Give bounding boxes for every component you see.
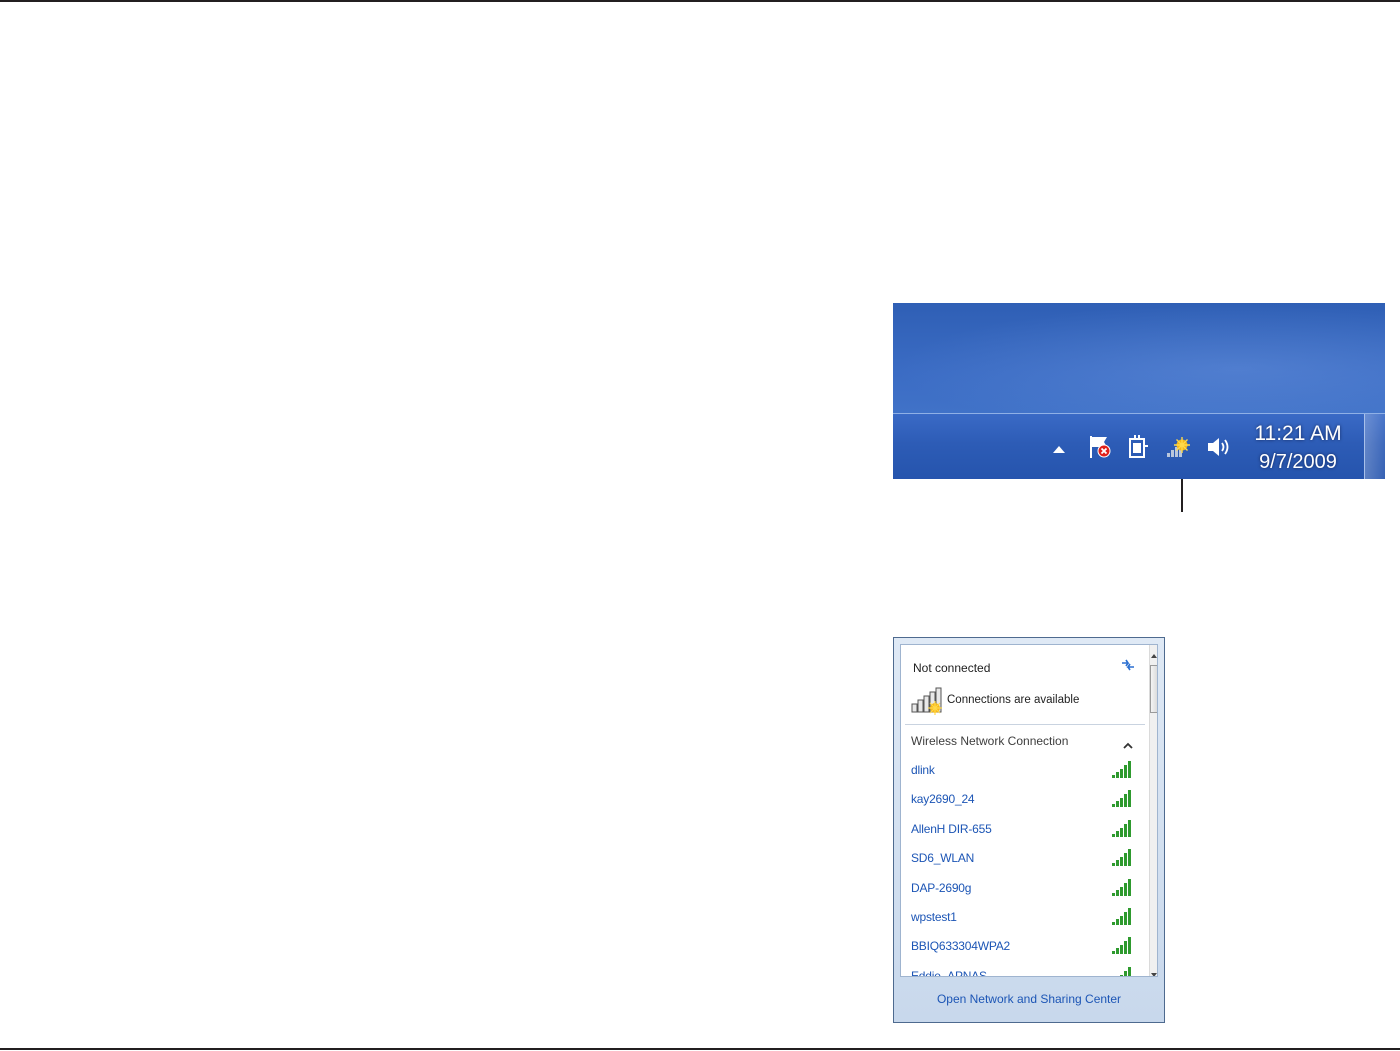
section-divider [905, 724, 1145, 725]
callout-line [1181, 479, 1183, 512]
refresh-icon[interactable] [1119, 657, 1137, 677]
network-name: kay2690_24 [911, 792, 975, 807]
signal-strength-icon [1111, 819, 1133, 843]
network-name: dlink [911, 763, 935, 777]
top-rule [0, 0, 1400, 2]
network-list-item[interactable]: Eddie_APNAS [901, 961, 1149, 977]
network-list-item[interactable]: dlink [901, 755, 1149, 784]
connections-available-icon [911, 687, 945, 719]
network-list-scrollbar[interactable] [1149, 645, 1157, 976]
desktop-background [893, 303, 1385, 413]
connection-status-subtitle: Connections are available [947, 694, 1080, 706]
taskbar: 11:21 AM 9/7/2009 [893, 413, 1385, 479]
network-list-item[interactable]: BBIQ633304WPA2 [901, 931, 1149, 960]
signal-strength-icon [1111, 936, 1133, 960]
network-name: Eddie_APNAS [911, 968, 987, 977]
signal-strength-icon [1111, 907, 1133, 931]
bottom-rule [0, 1048, 1400, 1050]
show-desktop-button[interactable] [1364, 414, 1385, 479]
connection-status-title: Not connected [913, 661, 991, 675]
scroll-thumb[interactable] [1150, 665, 1157, 713]
network-name: BBIQ633304WPA2 [911, 939, 1011, 954]
network-flyout: Not connected Connections are available … [893, 637, 1165, 1023]
network-list-item[interactable]: SD6_WLAN [901, 843, 1149, 872]
network-list-item[interactable]: kay2690_24 [901, 784, 1149, 813]
show-hidden-icons-arrow-icon[interactable] [1053, 446, 1065, 453]
network-name: DAP-2690g [911, 880, 972, 895]
signal-strength-icon [1111, 789, 1133, 813]
network-name: wpstest1 [911, 909, 957, 924]
signal-strength-icon [1111, 760, 1133, 784]
wireless-section-header[interactable]: Wireless Network Connection [911, 734, 1068, 748]
network-list: dlink kay2690_24 AllenH DIR-655 SD6_WLAN [901, 755, 1149, 977]
power-plug-icon[interactable] [1125, 434, 1151, 460]
action-center-flag-icon[interactable] [1087, 434, 1113, 460]
signal-strength-icon [1111, 878, 1133, 902]
flyout-footer: Open Network and Sharing Center [900, 979, 1158, 1017]
signal-strength-icon [1111, 966, 1133, 976]
open-network-sharing-center-link[interactable]: Open Network and Sharing Center [937, 992, 1121, 1006]
network-name: SD6_WLAN [911, 851, 975, 866]
network-list-item[interactable]: AllenH DIR-655 [901, 814, 1149, 843]
taskbar-screenshot: 11:21 AM 9/7/2009 [893, 303, 1385, 479]
scroll-up-arrow-icon[interactable] [1150, 646, 1157, 658]
network-list-item[interactable]: wpstest1 [901, 902, 1149, 931]
signal-strength-icon [1111, 848, 1133, 872]
network-list-item[interactable]: DAP-2690g [901, 873, 1149, 902]
network-flyout-panel: Not connected Connections are available … [900, 644, 1158, 977]
scroll-down-arrow-icon[interactable] [1150, 965, 1157, 976]
chevron-up-icon[interactable] [1123, 735, 1133, 754]
wireless-network-icon[interactable] [1165, 434, 1193, 460]
system-clock[interactable]: 11:21 AM 9/7/2009 [1245, 420, 1351, 476]
clock-date: 9/7/2009 [1259, 451, 1337, 473]
clock-time: 11:21 AM [1254, 422, 1342, 445]
network-name: AllenH DIR-655 [911, 821, 992, 836]
speaker-volume-icon[interactable] [1205, 434, 1233, 460]
